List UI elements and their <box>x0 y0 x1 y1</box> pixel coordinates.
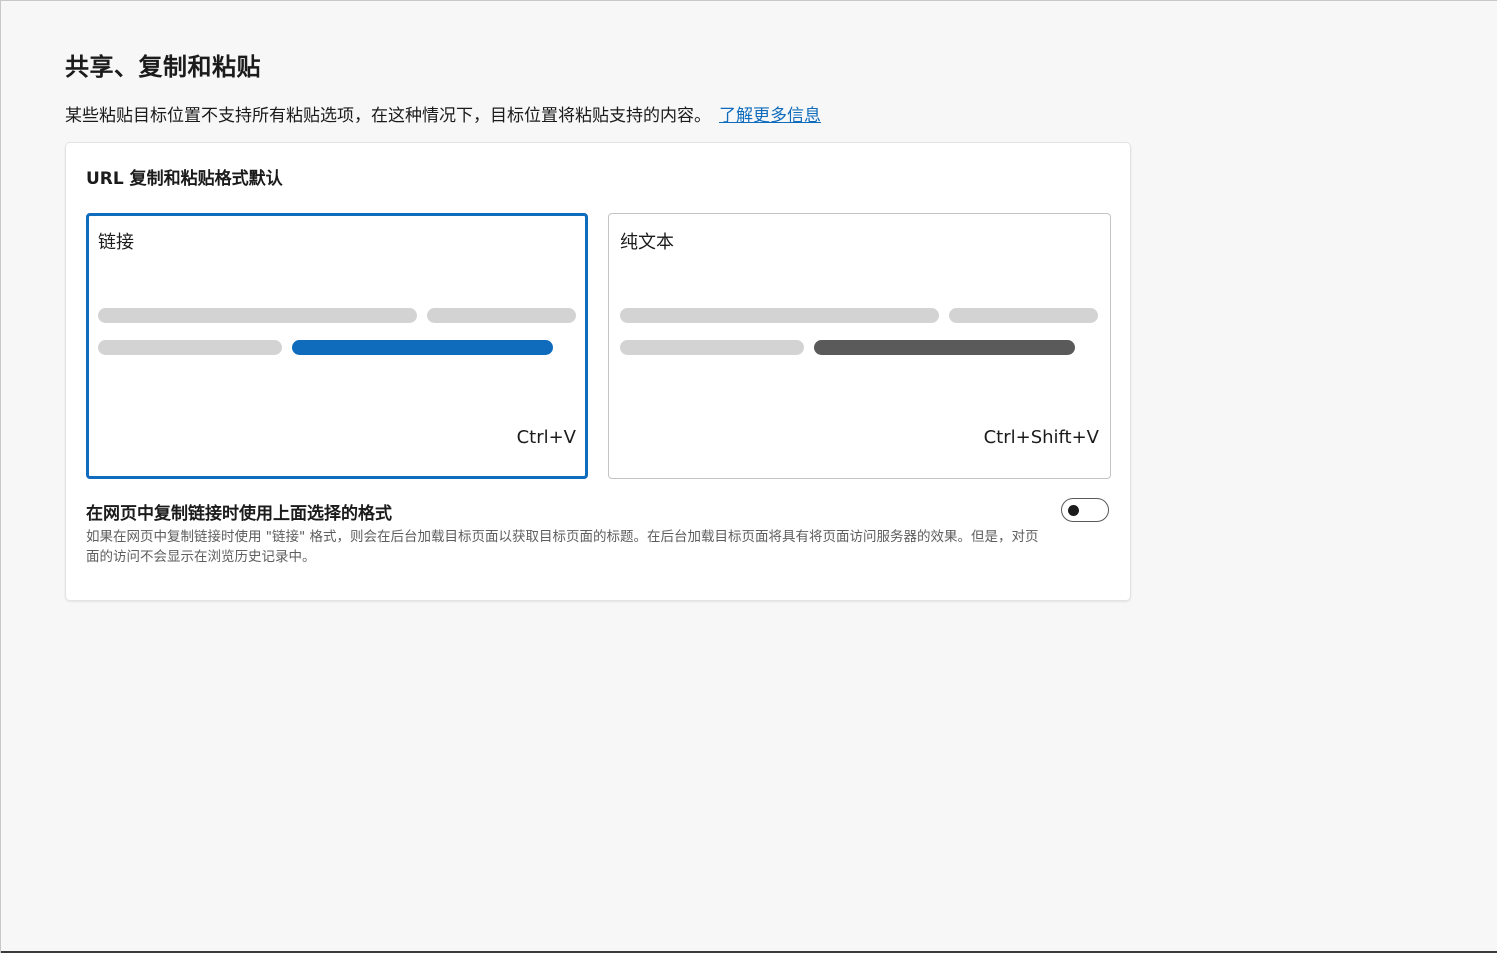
learn-more-link[interactable]: 了解更多信息 <box>719 106 821 126</box>
preview-plain-bar <box>814 340 1075 355</box>
option-plain-text[interactable]: 纯文本 Ctrl+Shift+V <box>608 213 1111 479</box>
option-link[interactable]: 链接 Ctrl+V <box>86 213 588 479</box>
preview-bar <box>98 308 417 323</box>
preview-bar <box>427 308 576 323</box>
option-plain-text-label: 纯文本 <box>620 232 674 253</box>
preview-bar <box>620 340 804 355</box>
option-link-shortcut: Ctrl+V <box>516 427 576 448</box>
settings-page: { "page": { "title": "共享、复制和粘贴", "descri… <box>0 0 1497 953</box>
toggle-knob <box>1068 505 1079 516</box>
setting-title: 在网页中复制链接时使用上面选择的格式 <box>86 504 392 524</box>
preview-bar <box>949 308 1098 323</box>
page-description: 某些粘贴目标位置不支持所有粘贴选项，在这种情况下，目标位置将粘贴支持的内容。 了解… <box>65 101 821 126</box>
description-text: 某些粘贴目标位置不支持所有粘贴选项，在这种情况下，目标位置将粘贴支持的内容。 <box>65 106 711 126</box>
option-plain-text-shortcut: Ctrl+Shift+V <box>983 427 1099 448</box>
preview-link-bar <box>292 340 553 355</box>
option-link-label: 链接 <box>98 232 134 253</box>
preview-bar <box>620 308 939 323</box>
page-title: 共享、复制和粘贴 <box>65 53 261 81</box>
card-title: URL 复制和粘贴格式默认 <box>86 169 283 189</box>
preview-bar <box>98 340 282 355</box>
setting-description: 如果在网页中复制链接时使用 "链接" 格式，则会在后台加载目标页面以获取目标页面… <box>86 529 1039 565</box>
url-format-card: URL 复制和粘贴格式默认 链接 Ctrl+V 纯文本 Ctrl+Shift+V… <box>65 142 1131 601</box>
format-toggle[interactable] <box>1061 498 1109 522</box>
